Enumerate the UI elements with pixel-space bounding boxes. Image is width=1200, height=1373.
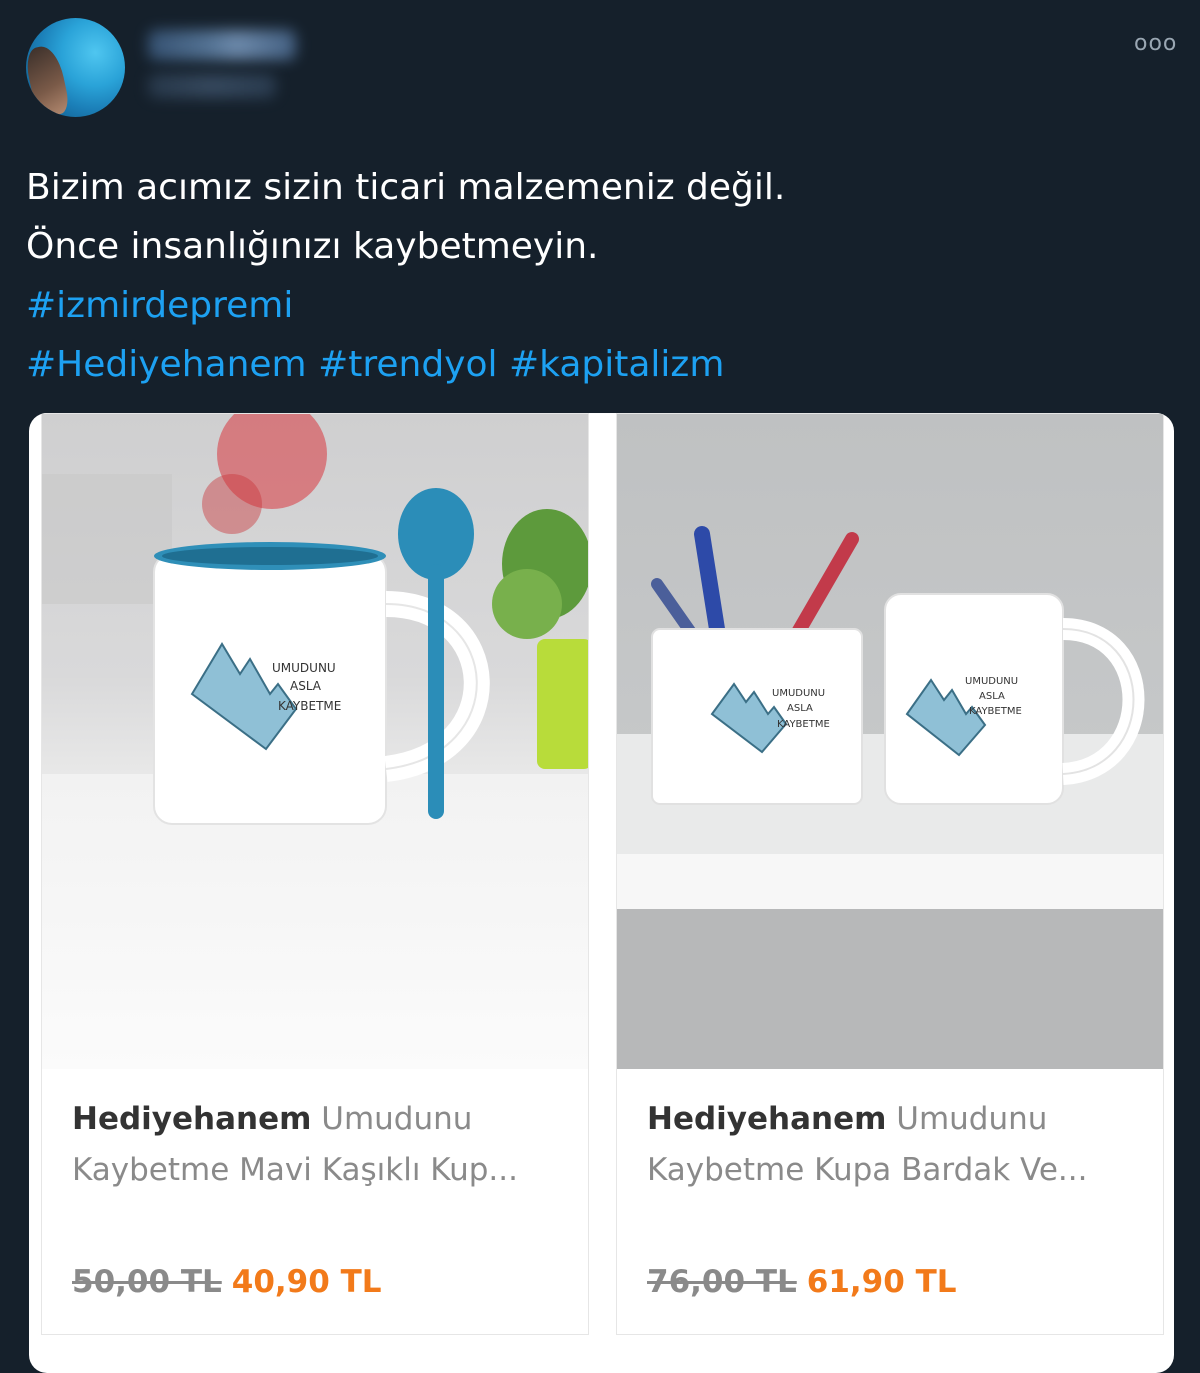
- hashtag-trendyol[interactable]: #trendyol: [318, 344, 497, 385]
- discount-price: 61,90 TL: [806, 1264, 957, 1300]
- product-photo-mug-spoon[interactable]: UMUDUNU ASLA KAYBETME: [42, 414, 588, 1069]
- mug-print-text-2: ASLA: [979, 691, 1005, 702]
- holder-print-text-3: KAYBETME: [777, 719, 830, 730]
- discount-price: 40,90 TL: [231, 1264, 382, 1300]
- tweet-text: Bizim acımız sizin ticari malzemeniz değ…: [26, 158, 1176, 394]
- tweet-line-2: Önce insanlığınızı kaybetmeyin.: [26, 226, 599, 267]
- avatar[interactable]: [26, 18, 125, 117]
- product-title[interactable]: Hediyehanem Umudunu Kaybetme Mavi Kaşıkl…: [72, 1094, 562, 1196]
- mug-pen-holder-illustration: UMUDUNU ASLA KAYBETME UMUDUNU ASLA KAYBE…: [617, 526, 1163, 1069]
- product-title-line2: Kaybetme Mavi Kaşıklı Kup...: [72, 1152, 518, 1188]
- mug-print-text-1: UMUDUNU: [272, 661, 336, 675]
- old-price: 50,00 TL: [72, 1264, 222, 1300]
- product-title-part1: Umudunu: [321, 1101, 473, 1137]
- product-brand[interactable]: Hediyehanem: [647, 1101, 886, 1137]
- product-title[interactable]: Hediyehanem Umudunu Kaybetme Kupa Bardak…: [647, 1094, 1137, 1196]
- mug-print-text-1: UMUDUNU: [965, 676, 1018, 687]
- pen-holder: [651, 526, 863, 805]
- plant: [492, 509, 588, 769]
- product-price: 50,00 TL 40,90 TL: [72, 1264, 382, 1300]
- product-title-part1: Umudunu: [896, 1101, 1048, 1137]
- mug-print-text-2: ASLA: [290, 679, 322, 693]
- blurred-username[interactable]: [148, 74, 276, 98]
- holder-print-text-2: ASLA: [787, 703, 813, 714]
- mug-spoon-illustration: UMUDUNU ASLA KAYBETME: [42, 414, 588, 1069]
- blurred-display-name[interactable]: [148, 30, 296, 60]
- product-price: 76,00 TL 61,90 TL: [647, 1264, 957, 1300]
- product-title-line2: Kaybetme Kupa Bardak Ve...: [647, 1152, 1088, 1188]
- mug-print-text-3: KAYBETME: [278, 699, 341, 713]
- holder-print-text-1: UMUDUNU: [772, 688, 825, 699]
- product-card-mug-spoon[interactable]: UMUDUNU ASLA KAYBETME Hediyehanem Umudun…: [41, 413, 589, 1335]
- more-options-icon[interactable]: ooo: [1134, 32, 1177, 56]
- tweet-line-1: Bizim acımız sizin ticari malzemeniz değ…: [26, 167, 786, 208]
- hashtag-hediyehanem[interactable]: #Hediyehanem: [26, 344, 307, 385]
- mug-print-text-3: KAYBETME: [969, 706, 1022, 717]
- product-photo-mug-pen-holder[interactable]: UMUDUNU ASLA KAYBETME UMUDUNU ASLA KAYBE…: [617, 414, 1163, 1069]
- product-card-mug-pen-holder[interactable]: UMUDUNU ASLA KAYBETME UMUDUNU ASLA KAYBE…: [616, 413, 1164, 1335]
- tweet-media[interactable]: UMUDUNU ASLA KAYBETME Hediyehanem Umudun…: [29, 413, 1174, 1373]
- mug: [884, 593, 1145, 805]
- product-brand[interactable]: Hediyehanem: [72, 1101, 311, 1137]
- old-price: 76,00 TL: [647, 1264, 797, 1300]
- hashtag-izmirdepremi[interactable]: #izmirdepremi: [26, 285, 293, 326]
- avatar-figure: [26, 43, 71, 117]
- hashtag-kapitalizm[interactable]: #kapitalizm: [509, 344, 724, 385]
